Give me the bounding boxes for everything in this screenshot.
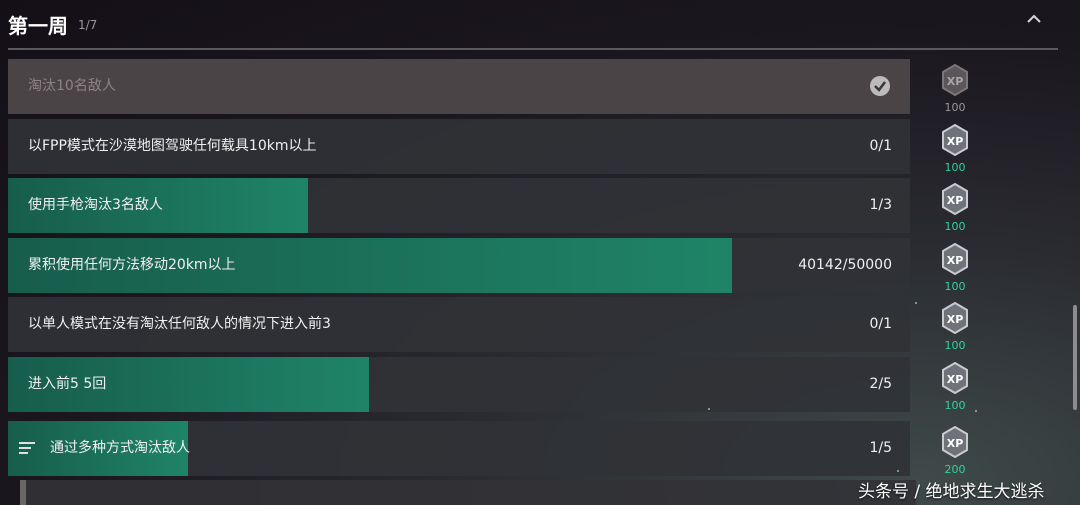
challenge-row[interactable]: 进入前5 5回 2/5 (8, 357, 910, 412)
svg-text:XP: XP (947, 313, 964, 326)
challenge-label: 使用手枪淘汰3名敌人 (28, 197, 163, 213)
background-speck (897, 470, 899, 472)
watermark: 头条号 / 绝地求生大逃杀 (858, 482, 1045, 502)
xp-reward: XP 100 (937, 120, 973, 175)
xp-value: 100 (944, 101, 966, 114)
xp-reward: XP 100 (937, 298, 973, 353)
xp-value: 100 (944, 161, 966, 174)
challenge-label: 以FPP模式在沙漠地图驾驶任何载具10km以上 (28, 138, 317, 154)
challenge-row[interactable]: 以FPP模式在沙漠地图驾驶任何载具10km以上 0/1 (8, 119, 910, 174)
xp-reward: XP 100 (937, 358, 973, 413)
scrollbar[interactable] (1073, 305, 1077, 410)
challenge-progress: 1/5 (869, 440, 892, 456)
list-icon (19, 442, 35, 454)
challenge-progress: 0/1 (869, 316, 892, 332)
xp-reward: XP 100 (937, 239, 973, 294)
xp-badge-icon: XP (942, 183, 968, 215)
svg-text:XP: XP (947, 75, 964, 88)
weekly-challenges-screen: 第一周 1/7 淘汰10名敌人 以FPP模式在沙漠地图驾驶任何载具10km以上 … (0, 0, 1080, 505)
svg-text:XP: XP (947, 135, 964, 148)
background-speck (708, 408, 710, 410)
xp-badge-icon: XP (942, 426, 968, 458)
chevron-up-icon (1027, 14, 1041, 23)
week-progress: 1/7 (78, 18, 98, 32)
xp-value: 100 (944, 280, 966, 293)
challenge-row[interactable]: 以单人模式在没有淘汰任何敌人的情况下进入前3 0/1 (8, 297, 910, 352)
week-header: 第一周 1/7 (8, 0, 1058, 50)
challenge-label: 累积使用任何方法移动20km以上 (28, 257, 236, 273)
challenge-label: 通过多种方式淘汰敌人 (50, 440, 190, 456)
challenge-row-completed[interactable]: 淘汰10名敌人 (8, 59, 910, 114)
background-speck (975, 410, 977, 412)
xp-badge-icon: XP (942, 362, 968, 394)
week-title: 第一周 (8, 14, 68, 38)
sub-challenge-row[interactable] (20, 480, 916, 505)
svg-text:XP: XP (947, 194, 964, 207)
xp-badge-icon: XP (942, 243, 968, 275)
challenge-row[interactable]: 累积使用任何方法移动20km以上 40142/50000 (8, 238, 910, 293)
challenge-progress: 0/1 (869, 138, 892, 154)
svg-text:XP: XP (947, 254, 964, 267)
challenge-group-row[interactable]: 通过多种方式淘汰敌人 1/5 (8, 421, 910, 476)
xp-value: 200 (944, 463, 966, 476)
svg-text:XP: XP (947, 437, 964, 450)
collapse-button[interactable] (1022, 8, 1046, 32)
xp-value: 100 (944, 220, 966, 233)
challenge-label: 以单人模式在没有淘汰任何敌人的情况下进入前3 (28, 316, 331, 332)
xp-badge-icon: XP (942, 64, 968, 96)
xp-badge-icon: XP (942, 124, 968, 156)
xp-reward: XP 100 (937, 60, 973, 115)
svg-text:XP: XP (947, 373, 964, 386)
xp-reward: XP 100 (937, 179, 973, 234)
challenge-label: 进入前5 5回 (28, 376, 107, 392)
challenge-row[interactable]: 使用手枪淘汰3名敌人 1/3 (8, 178, 910, 233)
xp-value: 100 (944, 399, 966, 412)
xp-value: 100 (944, 339, 966, 352)
challenge-progress: 2/5 (869, 376, 892, 392)
checkmark-icon (870, 76, 890, 96)
challenge-label: 淘汰10名敌人 (28, 78, 116, 94)
xp-badge-icon: XP (942, 302, 968, 334)
background-speck (915, 302, 917, 304)
xp-reward: XP 200 (937, 422, 973, 477)
challenge-progress: 40142/50000 (798, 257, 892, 273)
challenge-progress: 1/3 (869, 197, 892, 213)
